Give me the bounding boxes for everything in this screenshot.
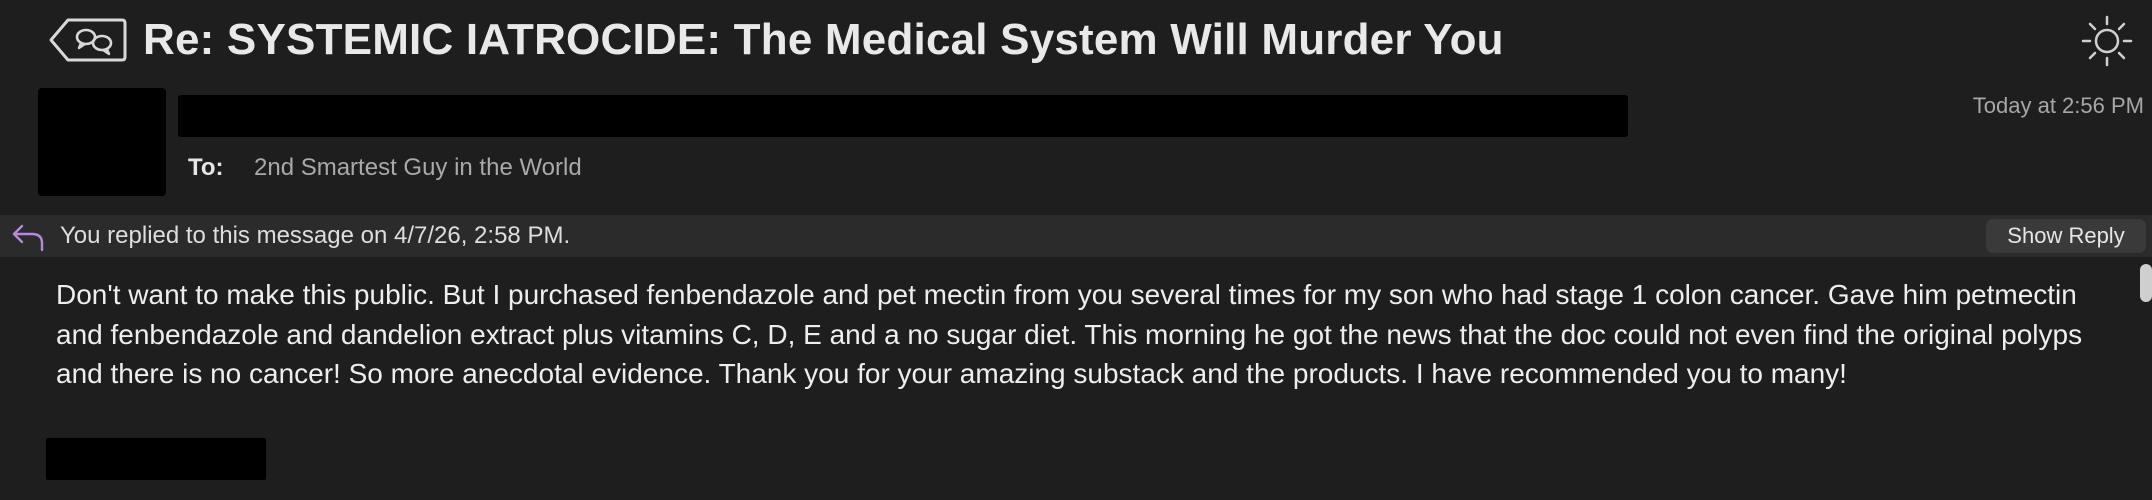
replied-banner-text: You replied to this message on 4/7/26, 2… xyxy=(60,222,571,249)
message-subject-title: Re: SYSTEMIC IATROCIDE: The Medical Syst… xyxy=(143,15,1504,64)
mail-message-view: Re: SYSTEMIC IATROCIDE: The Medical Syst… xyxy=(0,0,2152,500)
recipient-name[interactable]: 2nd Smartest Guy in the World xyxy=(254,153,582,183)
to-label: To: xyxy=(188,154,224,181)
conversation-back-icon[interactable] xyxy=(48,16,128,64)
replied-banner: You replied to this message on 4/7/26, 2… xyxy=(0,215,2152,257)
sender-name-redacted xyxy=(178,95,1628,137)
show-reply-button[interactable]: Show Reply xyxy=(1986,219,2146,253)
scrollbar-thumb[interactable] xyxy=(2140,264,2152,302)
signature-redacted xyxy=(46,438,266,480)
message-date: Today at 2:56 PM xyxy=(1972,93,2144,118)
message-body: Don't want to make this public. But I pu… xyxy=(56,279,2083,389)
sender-avatar-redacted xyxy=(38,88,166,196)
sun-icon[interactable] xyxy=(2080,14,2134,68)
reply-arrow-icon xyxy=(12,224,44,252)
